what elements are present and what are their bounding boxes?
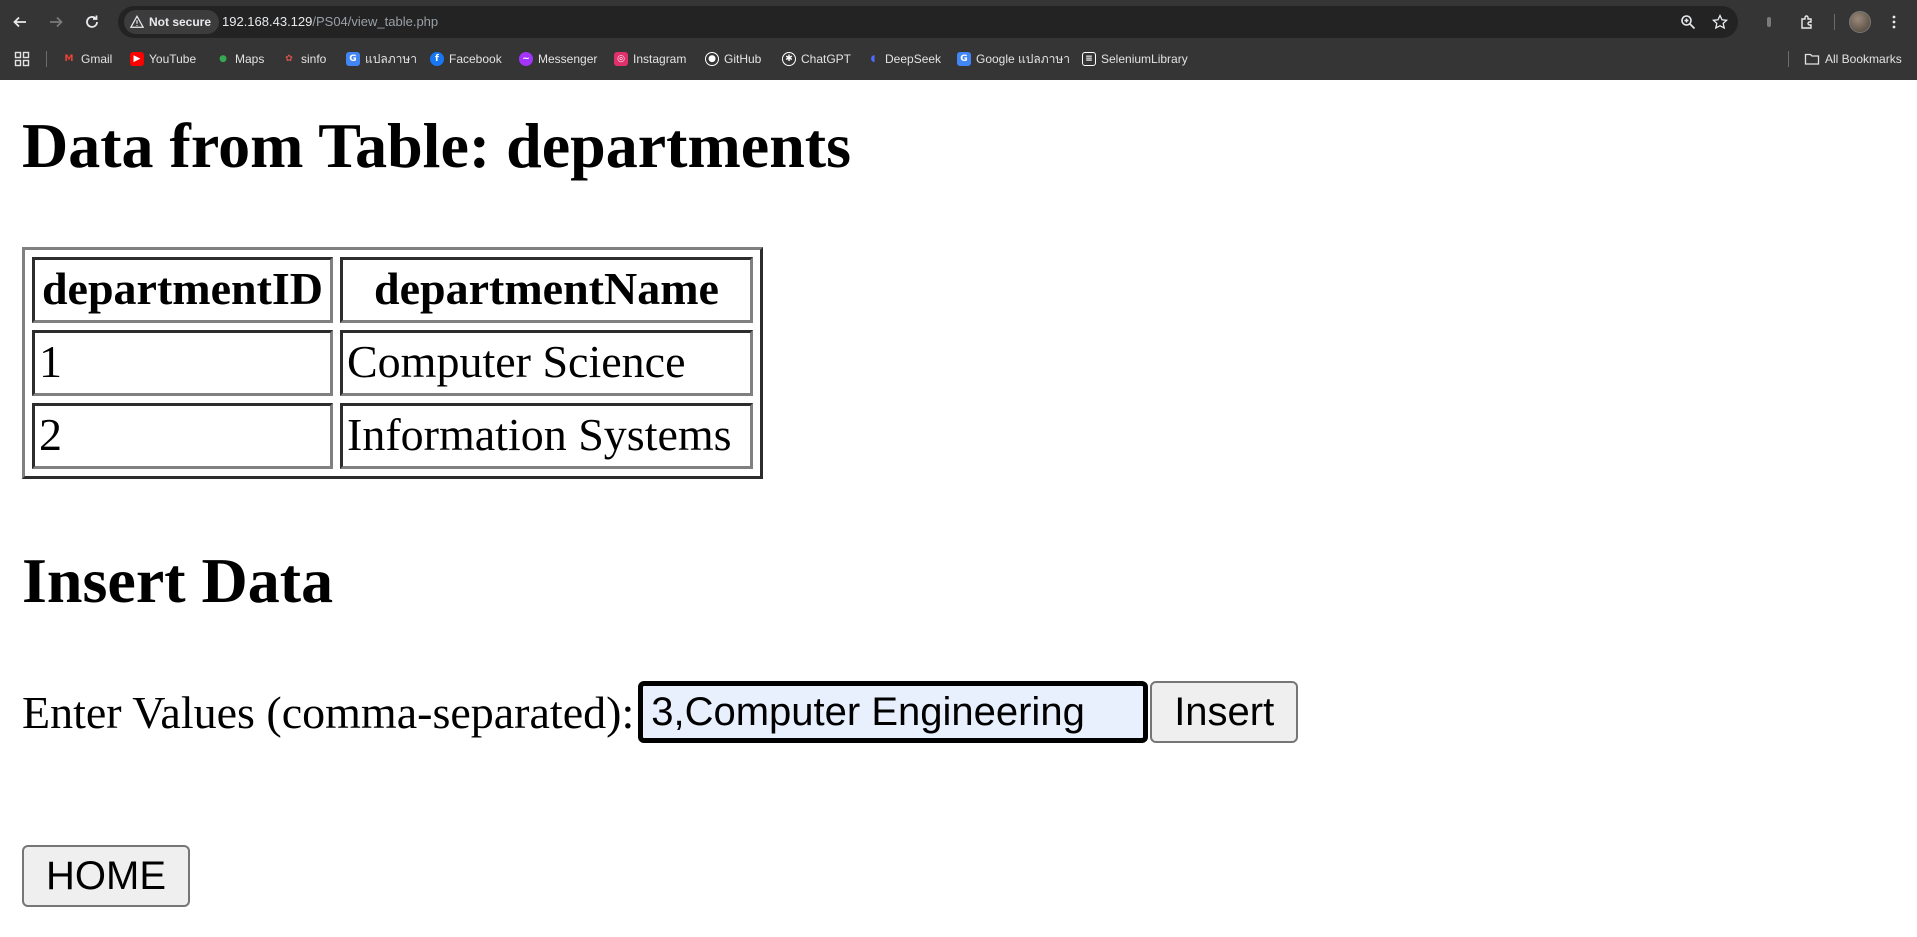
bookmark-deepseek[interactable]: ◖ DeepSeek (866, 49, 941, 69)
bookmark-label: แปลภาษา (365, 51, 418, 66)
url-text[interactable]: 192.168.43.129/PS04/view_table.php (222, 14, 438, 29)
github-icon: ● (705, 52, 719, 66)
zoom-icon[interactable] (1680, 14, 1696, 30)
url-host: 192.168.43.129 (222, 14, 313, 29)
bookmark-sinfo[interactable]: ✿ sinfo (282, 49, 326, 69)
column-header-departmentname: departmentName (340, 257, 753, 323)
chatgpt-icon: ✱ (782, 52, 796, 66)
extension-dot-icon (1767, 17, 1771, 27)
bookmark-label: YouTube (149, 52, 197, 66)
bookmark-label: Facebook (449, 52, 502, 66)
bookmark-messenger[interactable]: ~ Messenger (519, 49, 597, 69)
folder-icon (1804, 53, 1820, 65)
apps-button[interactable] (14, 49, 30, 69)
security-label: Not secure (149, 15, 212, 29)
maps-icon: ● (219, 54, 227, 64)
bookmark-label: sinfo (301, 52, 327, 66)
security-chip[interactable]: Not secure (124, 10, 220, 34)
star-icon[interactable] (1712, 14, 1728, 30)
cell-department-id: 2 (32, 403, 333, 469)
bookmarks-bar: M Gmail ▶ YouTube ● Maps ✿ sinfo G แปลภาษา fF… (0, 46, 1917, 72)
profile-avatar[interactable] (1849, 11, 1871, 33)
bookmark-label: GitHub (724, 52, 762, 66)
bookmark-seleniumlibrary[interactable]: ≡ SeleniumLibrary (1082, 49, 1188, 69)
bookmark-label: Maps (235, 52, 265, 66)
bookmark-github[interactable]: ● GitHub (705, 49, 761, 69)
bookmark-label: Messenger (538, 52, 598, 66)
column-header-departmentid: departmentID (32, 257, 333, 323)
bookmark-label: Gmail (81, 52, 113, 66)
table-row: 2 Information Systems (32, 403, 753, 469)
cell-department-name: Information Systems (340, 403, 753, 469)
bookmark-label: Google แปลภาษา (976, 51, 1071, 66)
forward-button[interactable] (44, 10, 68, 34)
cell-department-id: 1 (32, 330, 333, 396)
bookmark-translate[interactable]: G แปลภาษา (346, 49, 417, 69)
gmail-icon: M (64, 54, 74, 64)
google-translate-icon: G (957, 52, 971, 66)
table-row: 1 Computer Science (32, 330, 753, 396)
url-path: /PS04/view_table.php (312, 14, 439, 29)
menu-button[interactable] (1884, 12, 1904, 32)
bookmark-facebook[interactable]: f Facebook (430, 49, 502, 69)
bookmark-label: SeleniumLibrary (1101, 52, 1188, 66)
browser-chrome: Not secure 192.168.43.129/PS04/view_tabl… (0, 0, 1917, 80)
bookmarks-divider (46, 51, 47, 67)
all-bookmarks-label: All Bookmarks (1825, 52, 1902, 66)
browser-toolbar: Not secure 192.168.43.129/PS04/view_tabl… (0, 0, 1917, 44)
insert-section-title: Insert Data (22, 545, 334, 616)
warning-icon (130, 15, 144, 28)
reload-button[interactable] (80, 10, 104, 34)
sinfo-icon: ✿ (285, 54, 293, 64)
bookmark-chatgpt[interactable]: ✱ ChatGPT (782, 49, 851, 69)
bookmark-google-translate[interactable]: G Google แปลภาษา (957, 49, 1070, 69)
extension-status-button[interactable] (1759, 12, 1779, 32)
insert-button[interactable]: Insert (1150, 681, 1299, 743)
values-label: Enter Values (comma-separated): (22, 686, 635, 738)
kebab-menu-icon (1892, 15, 1896, 29)
home-button[interactable]: HOME (22, 845, 190, 907)
bookmark-label: DeepSeek (885, 52, 942, 66)
bookmark-youtube[interactable]: ▶ YouTube (130, 49, 196, 69)
back-button[interactable] (8, 10, 32, 34)
selenium-icon: ≡ (1082, 52, 1096, 66)
departments-table: departmentID departmentName 1 Computer S… (22, 247, 763, 479)
cell-department-name: Computer Science (340, 330, 753, 396)
all-bookmarks-button[interactable]: All Bookmarks (1804, 49, 1902, 69)
bookmark-instagram[interactable]: ◎ Instagram (614, 49, 686, 69)
instagram-icon: ◎ (614, 52, 628, 66)
extensions-button[interactable] (1797, 12, 1817, 32)
insert-form: Enter Values (comma-separated): Insert (22, 680, 1299, 744)
bookmark-label: Instagram (633, 52, 687, 66)
page-content: Data from Table: departments departmentI… (0, 80, 1917, 937)
table-header-row: departmentID departmentName (32, 257, 753, 323)
youtube-icon: ▶ (130, 52, 144, 66)
deepseek-icon: ◖ (870, 54, 876, 64)
apps-grid-icon (14, 51, 30, 67)
page-title: Data from Table: departments (22, 110, 851, 181)
reload-icon (86, 15, 98, 28)
bookmark-label: ChatGPT (801, 52, 852, 66)
address-bar[interactable]: Not secure 192.168.43.129/PS04/view_tabl… (118, 6, 1738, 38)
values-input[interactable] (638, 681, 1149, 743)
translate-icon: G (346, 52, 360, 66)
bookmarks-divider-right (1788, 51, 1789, 67)
messenger-icon: ~ (519, 52, 533, 66)
facebook-icon: f (430, 52, 444, 66)
arrow-right-icon (50, 16, 63, 28)
toolbar-divider (1834, 14, 1835, 30)
puzzle-icon (1801, 15, 1812, 29)
bookmark-gmail[interactable]: M Gmail (62, 49, 113, 69)
bookmark-maps[interactable]: ● Maps (216, 49, 264, 69)
arrow-left-icon (13, 16, 26, 28)
